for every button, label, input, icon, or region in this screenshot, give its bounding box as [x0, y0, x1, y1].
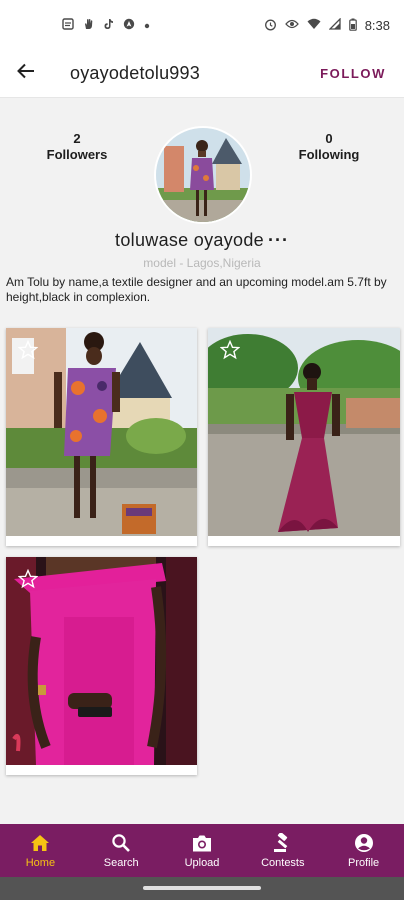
battery-icon: [348, 18, 357, 33]
nav-contests[interactable]: Contests: [242, 824, 323, 877]
post-card[interactable]: [6, 557, 197, 775]
profile-bio: Am Tolu by name,a textile designer and a…: [6, 275, 387, 304]
nav-home[interactable]: Home: [0, 824, 81, 877]
messages-icon: [62, 18, 74, 32]
post-card[interactable]: [208, 328, 400, 546]
display-name: toluwase oyayode: [115, 230, 264, 250]
signal-icon: [328, 17, 341, 32]
follow-button[interactable]: FOLLOW: [302, 50, 404, 98]
followers-stat[interactable]: 2 Followers: [22, 131, 132, 163]
status-bar: 8:38: [0, 0, 404, 50]
home-gesture-handle[interactable]: [143, 886, 261, 890]
followers-label: Followers: [46, 147, 108, 162]
app-icon: [123, 18, 135, 32]
nav-home-label: Home: [25, 857, 56, 869]
profile-subtitle: model - Lagos,Nigeria: [143, 256, 261, 270]
more-options-button[interactable]: ···: [268, 230, 289, 251]
nav-search[interactable]: Search: [81, 824, 162, 877]
nav-search-label: Search: [103, 857, 139, 869]
tiktok-icon: [103, 18, 114, 32]
app-header: oyayodetolu993 FOLLOW: [0, 50, 404, 98]
star-outline-icon[interactable]: [219, 339, 241, 360]
profile-section: 2 Followers 0 Following toluwase oyayode…: [0, 99, 404, 315]
star-outline-icon[interactable]: [17, 568, 39, 589]
status-right-icons: 8:38: [264, 17, 390, 33]
status-left-icons: [62, 18, 150, 32]
hand-icon: [83, 18, 94, 32]
nav-contests-label: Contests: [261, 857, 305, 869]
dot-icon: [144, 19, 150, 31]
home-icon: [29, 832, 51, 854]
following-label: Following: [298, 147, 360, 162]
eye-icon: [284, 18, 299, 32]
arrow-back-icon: [17, 63, 35, 84]
back-button[interactable]: [0, 50, 52, 98]
display-name-row: toluwase oyayode ···: [0, 230, 404, 251]
search-icon: [110, 832, 132, 854]
avatar-photo: [156, 128, 250, 222]
following-stat[interactable]: 0 Following: [274, 131, 384, 163]
system-nav-bar: [0, 877, 404, 900]
camera-icon: [191, 832, 213, 854]
followers-count: 2: [73, 131, 81, 146]
nav-upload-label: Upload: [184, 857, 220, 869]
status-time: 8:38: [364, 17, 390, 33]
profile-icon: [353, 832, 375, 854]
header-username: oyayodetolu993: [70, 63, 200, 83]
avatar[interactable]: [154, 126, 252, 224]
nav-profile-label: Profile: [347, 857, 380, 869]
nav-upload[interactable]: Upload: [162, 824, 243, 877]
following-count: 0: [325, 131, 333, 146]
bottom-nav: Home Search Upload Contests Profile: [0, 824, 404, 877]
star-outline-icon[interactable]: [17, 339, 39, 360]
gavel-icon: [272, 832, 294, 854]
alarm-icon: [264, 18, 277, 33]
nav-profile[interactable]: Profile: [323, 824, 404, 877]
post-card[interactable]: [6, 328, 197, 546]
wifi-icon: [307, 18, 321, 32]
